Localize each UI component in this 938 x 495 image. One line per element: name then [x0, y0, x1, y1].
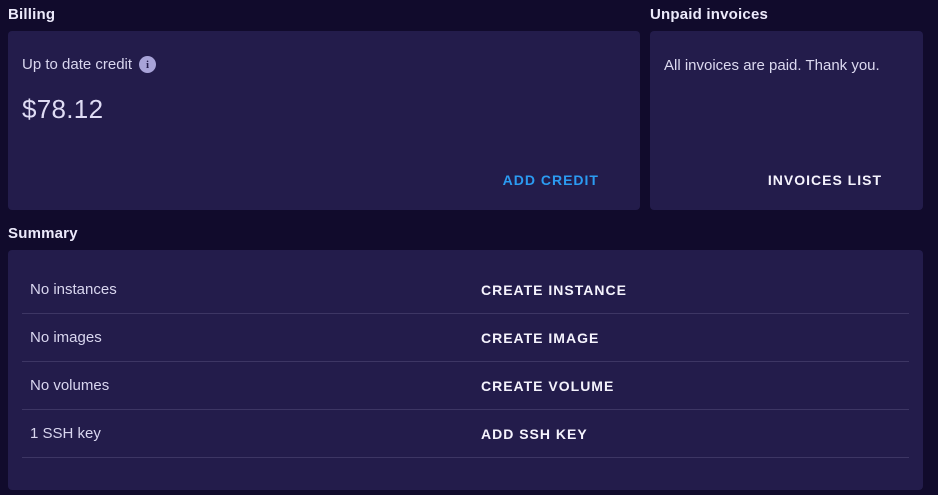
- summary-row-images: No images CREATE IMAGE: [22, 314, 909, 362]
- create-volume-button[interactable]: CREATE VOLUME: [481, 378, 614, 394]
- invoices-paid-message: All invoices are paid. Thank you.: [664, 57, 909, 74]
- unpaid-invoices-card: All invoices are paid. Thank you. INVOIC…: [650, 31, 923, 210]
- credit-label: Up to date credit: [22, 56, 132, 73]
- credit-label-row: Up to date credit i: [22, 56, 626, 73]
- summary-row-instances: No instances CREATE INSTANCE: [22, 266, 909, 314]
- credit-amount: $78.12: [22, 94, 626, 125]
- unpaid-invoices-card-actions: INVOICES LIST: [664, 164, 909, 196]
- volumes-count-label: No volumes: [30, 377, 481, 394]
- billing-section: Billing Up to date credit i $78.12 ADD C…: [8, 6, 640, 210]
- create-image-button[interactable]: CREATE IMAGE: [481, 330, 599, 346]
- summary-section-title: Summary: [8, 225, 923, 242]
- top-row: Billing Up to date credit i $78.12 ADD C…: [8, 6, 923, 210]
- billing-section-title: Billing: [8, 6, 640, 23]
- add-credit-button[interactable]: ADD CREDIT: [487, 164, 615, 196]
- summary-row-volumes: No volumes CREATE VOLUME: [22, 362, 909, 410]
- summary-row-ssh-keys: 1 SSH key ADD SSH KEY: [22, 410, 909, 458]
- billing-card: Up to date credit i $78.12 ADD CREDIT: [8, 31, 640, 210]
- info-icon[interactable]: i: [139, 56, 156, 73]
- images-count-label: No images: [30, 329, 481, 346]
- invoices-list-button[interactable]: INVOICES LIST: [752, 164, 898, 196]
- instances-count-label: No instances: [30, 281, 481, 298]
- ssh-key-count-label: 1 SSH key: [30, 425, 481, 442]
- add-ssh-key-button[interactable]: ADD SSH KEY: [481, 426, 588, 442]
- dashboard-page: Billing Up to date credit i $78.12 ADD C…: [0, 0, 938, 495]
- unpaid-invoices-section: Unpaid invoices All invoices are paid. T…: [650, 6, 923, 210]
- unpaid-invoices-section-title: Unpaid invoices: [650, 6, 923, 23]
- summary-card: No instances CREATE INSTANCE No images C…: [8, 250, 923, 490]
- create-instance-button[interactable]: CREATE INSTANCE: [481, 282, 627, 298]
- billing-card-actions: ADD CREDIT: [22, 164, 626, 196]
- summary-section: Summary No instances CREATE INSTANCE No …: [8, 225, 923, 490]
